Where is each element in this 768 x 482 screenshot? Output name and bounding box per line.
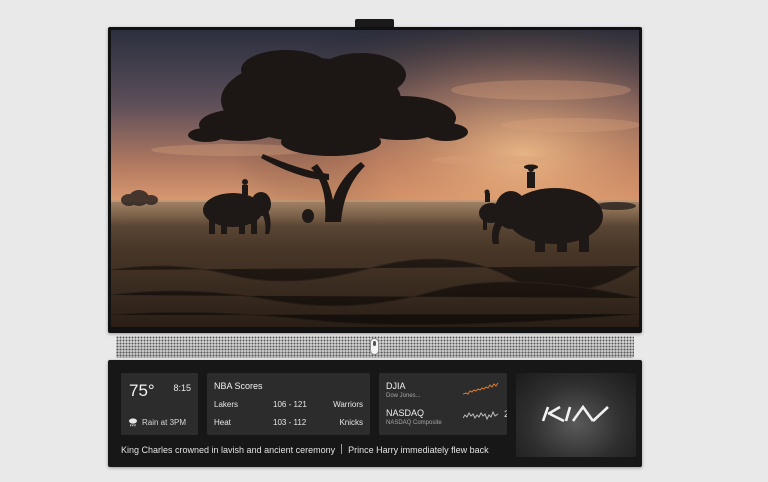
game-row: Heat 103 - 112 Knicks [214, 418, 363, 430]
stocks-widget[interactable]: DJIA Dow Jones... NASDAQ NASDAQ Composit… [379, 373, 507, 435]
next-stock-peek: 2 [504, 409, 507, 419]
nba-scores-widget[interactable]: NBA Scores Lakers 106 - 121 Warriors Hea… [207, 373, 370, 435]
game-score: 106 - 121 [273, 400, 307, 409]
home-team: Lakers [214, 400, 239, 409]
elephants-sunset-photo [111, 30, 639, 327]
kia-logo [541, 405, 609, 423]
weather-widget[interactable]: 75° 8:15 Rain at 3PM [121, 373, 198, 435]
stock-symbol: NASDAQ [386, 408, 425, 418]
main-screen-image[interactable] [111, 30, 639, 327]
game-score: 103 - 112 [273, 418, 307, 427]
temperature: 75° [129, 381, 155, 400]
tv-display-scene: 75° 8:15 Rain at 3PM NBA Scores Lakers 1… [0, 0, 768, 482]
forecast-text: Rain at 3PM [142, 418, 187, 427]
headline: Prince Harry immediately flew back [348, 445, 489, 455]
djia-sparkline [463, 382, 499, 395]
ticker-separator [341, 444, 343, 454]
nba-title: NBA Scores [214, 381, 263, 391]
away-team: Warriors [333, 400, 363, 409]
info-panel: 75° 8:15 Rain at 3PM NBA Scores Lakers 1… [108, 360, 642, 467]
news-ticker[interactable]: King Charles crowned in lavish and ancie… [121, 444, 511, 456]
home-team: Heat [214, 418, 231, 427]
stock-symbol: DJIA [386, 381, 406, 391]
nasdaq-sparkline [463, 410, 499, 421]
rain-cloud-icon [129, 418, 137, 427]
clock-time: 8:15 [173, 383, 191, 393]
stock-name: NASDAQ Composite [386, 420, 442, 426]
microphone-icon [370, 338, 379, 355]
game-row: Lakers 106 - 121 Warriors [214, 400, 363, 412]
kia-ad-tile[interactable] [516, 373, 636, 457]
away-team: Knicks [339, 418, 363, 427]
headline: King Charles crowned in lavish and ancie… [121, 445, 336, 455]
television [108, 27, 642, 333]
stock-name: Dow Jones... [386, 393, 421, 399]
